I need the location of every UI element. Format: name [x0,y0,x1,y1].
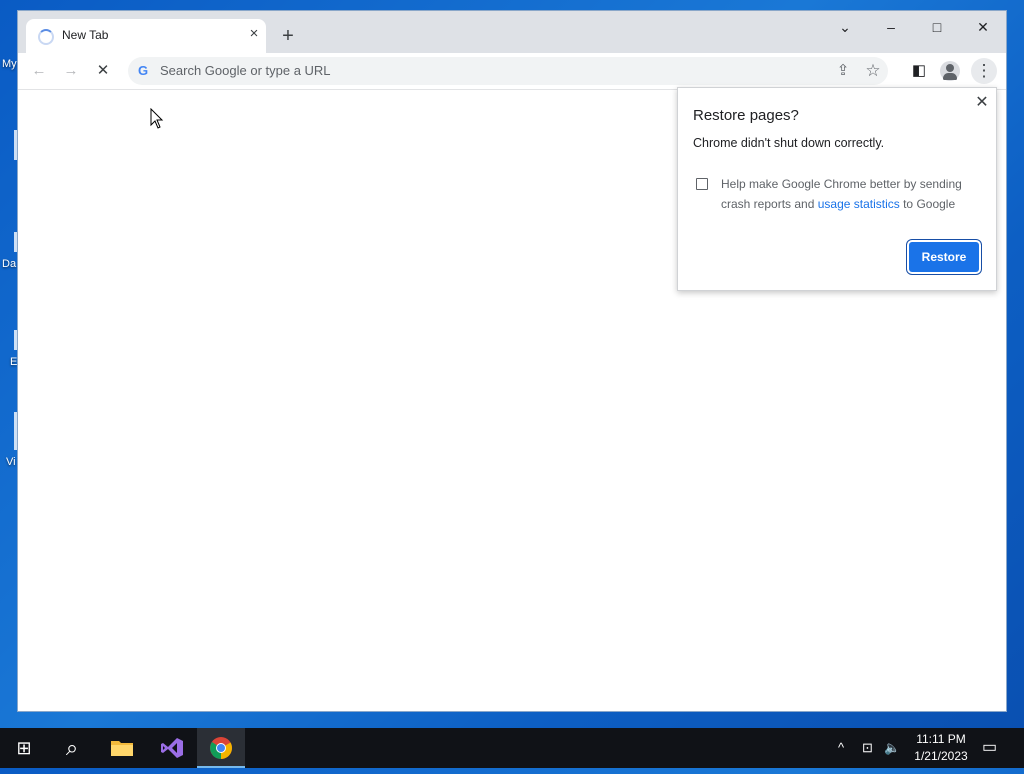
close-window-button[interactable]: ✕ [960,13,1006,41]
notifications-icon[interactable]: ▭ [982,728,997,768]
tab-new-tab[interactable]: New Tab × [26,19,266,53]
taskbar: ⊞ ⌕ ^ ⊡ 🔈 11:11 PM 1/21/2023 ▭ [0,728,1024,768]
tab-search-icon[interactable]: ⌄ [822,13,868,41]
stop-loading-icon[interactable]: ✕ [90,58,116,84]
address-bar[interactable]: G Search Google or type a URL ⇪ ☆ [128,57,888,85]
file-explorer-icon[interactable] [98,728,146,768]
tray-chevron-icon[interactable]: ^ [838,728,844,768]
share-icon[interactable]: ⇪ [830,58,856,84]
clock-time: 11:11 PM [916,732,966,746]
mouse-cursor-icon [150,108,164,129]
clock-date: 1/21/2023 [914,749,968,763]
tab-title: New Tab [62,28,109,42]
forward-icon[interactable]: → [58,58,84,84]
toolbar: ← → ✕ G Search Google or type a URL ⇪ ☆ … [18,53,1006,90]
profile-avatar-icon[interactable] [940,61,960,81]
restore-pages-dialog: Restore pages? ✕ Chrome didn't shut down… [677,87,997,291]
side-panel-icon[interactable]: ◧ [906,58,932,84]
chrome-window: New Tab × + ⌄ – □ ✕ ← → ✕ G Search Googl… [18,11,1006,711]
dialog-close-icon[interactable]: ✕ [972,93,992,113]
tab-close-icon[interactable]: × [244,24,264,44]
checkbox-text-end: to Google [899,197,956,211]
title-bar[interactable]: New Tab × + ⌄ – □ ✕ [18,11,1006,53]
search-icon[interactable]: ⌕ [48,728,96,768]
crash-reports-checkbox[interactable] [696,178,708,190]
desktop-icon-label[interactable]: Vi [6,456,16,468]
clock[interactable]: 11:11 PM 1/21/2023 [906,731,976,765]
minimize-button[interactable]: – [868,13,914,41]
network-icon[interactable]: ⊡ [862,728,873,768]
dialog-title: Restore pages? [693,107,799,124]
start-windows-icon[interactable]: ⊞ [0,728,48,768]
checkbox-label: Help make Google Chrome better by sendin… [721,174,981,214]
usage-statistics-link[interactable]: usage statistics [818,197,900,211]
maximize-button[interactable]: □ [914,13,960,41]
restore-button[interactable]: Restore [909,242,979,272]
desktop-icon-label[interactable]: Da [2,258,16,270]
google-icon: G [138,63,149,78]
loading-spinner-icon [38,29,54,45]
new-tab-button[interactable]: + [276,25,300,49]
desktop-icon-label[interactable]: E [10,356,17,368]
bookmark-star-icon[interactable]: ☆ [860,58,886,84]
address-bar-placeholder: Search Google or type a URL [160,63,331,78]
back-icon[interactable]: ← [26,58,52,84]
volume-icon[interactable]: 🔈 [884,728,900,768]
desktop-icon-label[interactable]: My [2,58,17,70]
chrome-taskbar-icon[interactable] [197,728,245,768]
visual-studio-icon[interactable] [148,728,196,768]
dialog-message: Chrome didn't shut down correctly. [693,136,885,150]
menu-kebab-icon[interactable]: ⋮ [971,58,997,84]
